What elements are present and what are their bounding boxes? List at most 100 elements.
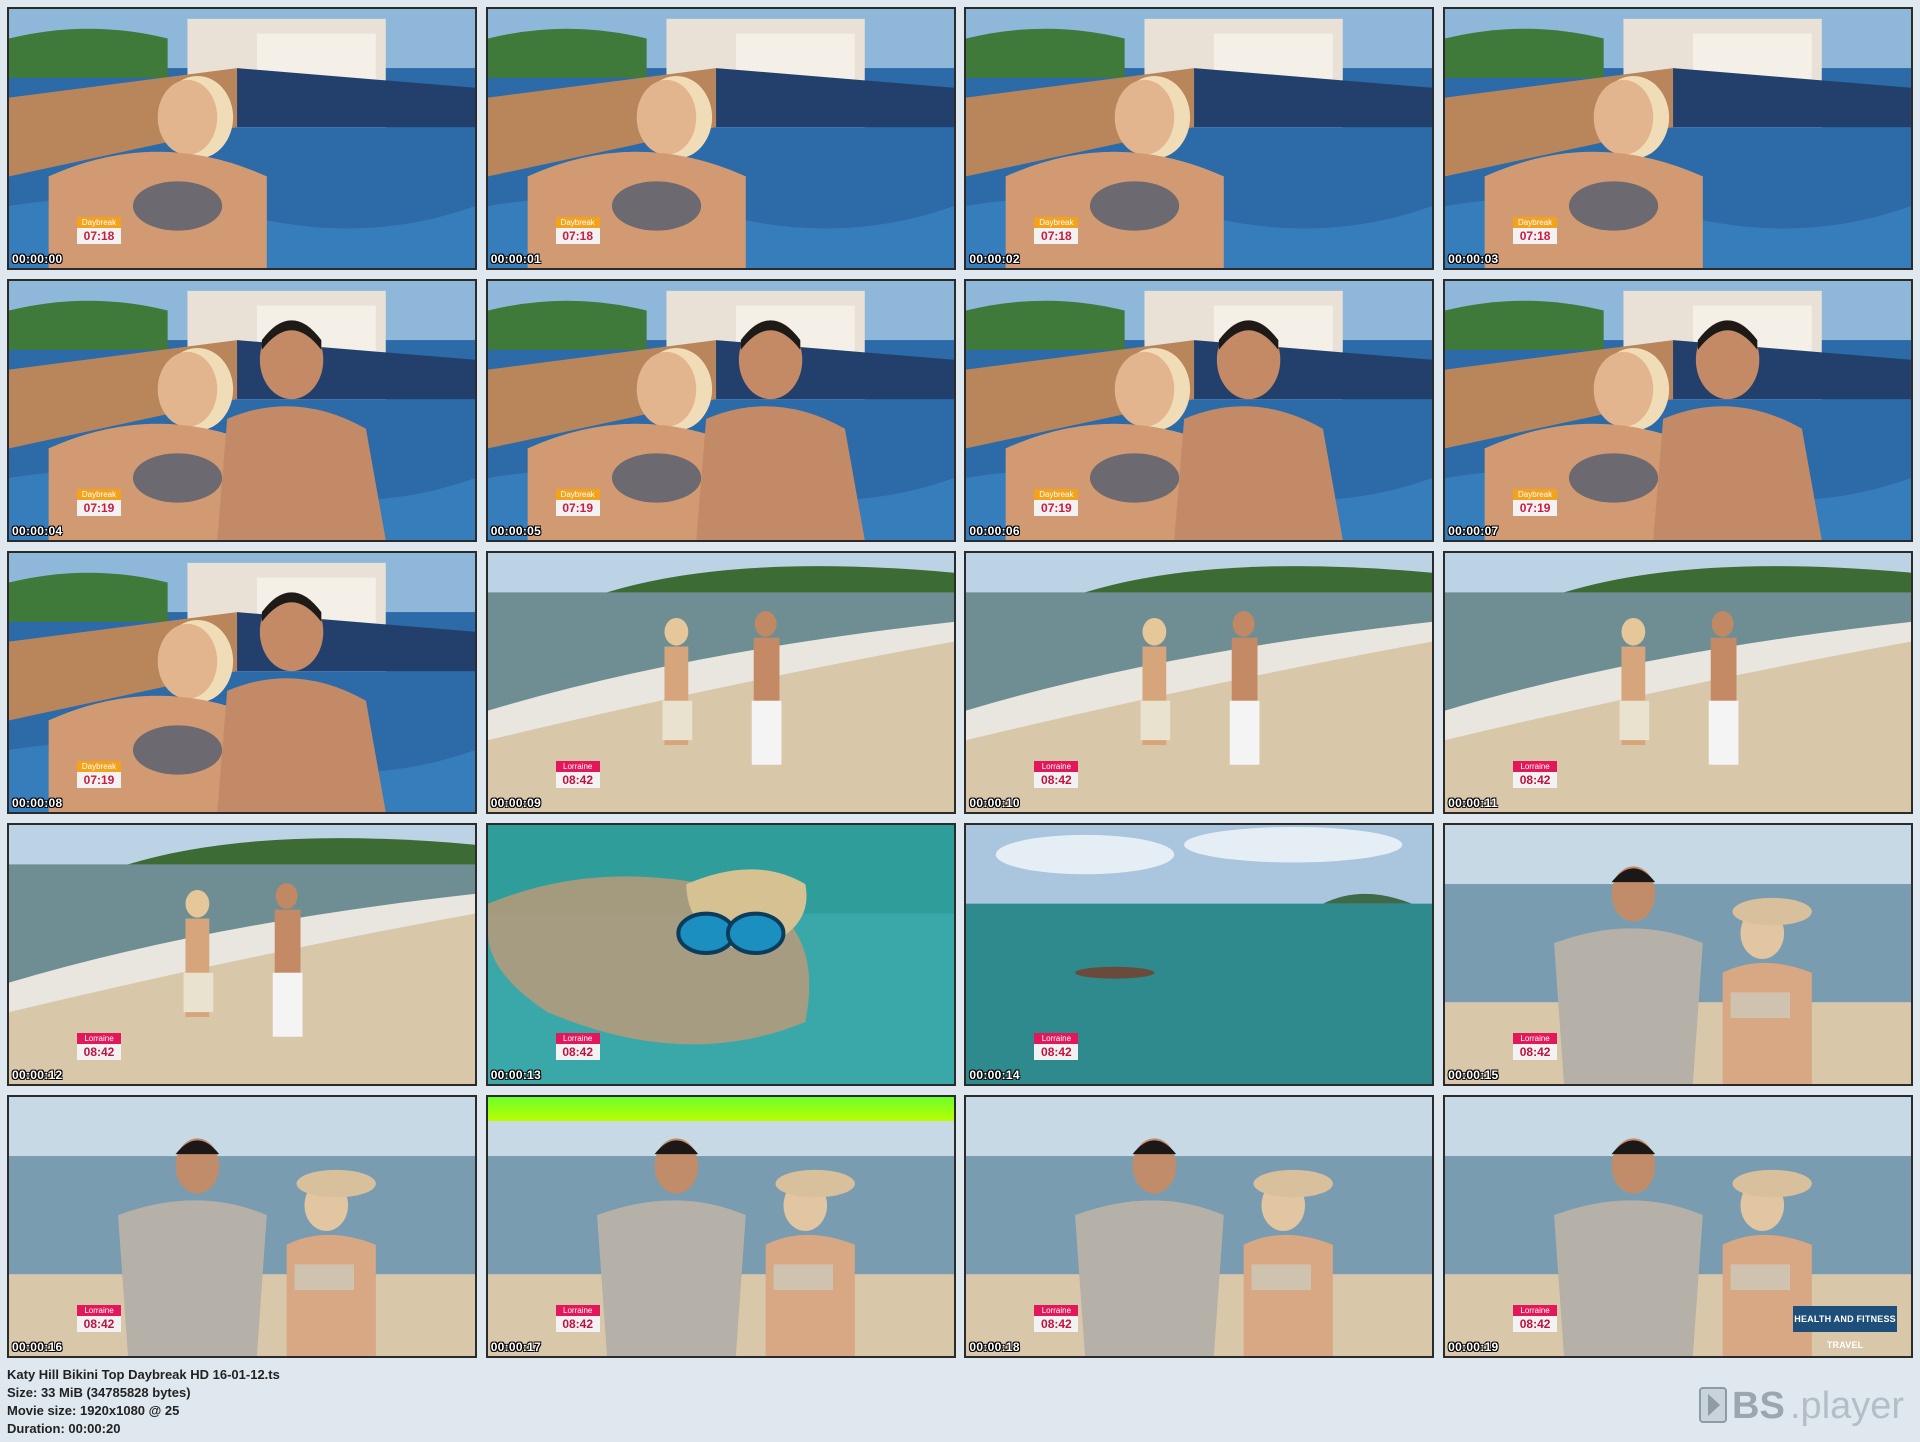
movie-size: Movie size: 1920x1080 @ 25: [7, 1403, 180, 1418]
channel-clock-bug: Daybreak 07:19: [1513, 489, 1558, 516]
bug-programme-name: Daybreak: [555, 217, 600, 228]
video-frame-thumbnail: Daybreak 07:18 00:00:02: [964, 7, 1435, 270]
video-frame-thumbnail: Lorraine 08:42 00:00:17: [485, 1095, 956, 1358]
bug-programme-name: Daybreak: [77, 217, 121, 228]
channel-clock-bug: Daybreak 07:18: [1034, 217, 1079, 244]
bug-clock-time: 08:42: [77, 1316, 121, 1332]
frame-timestamp: 00:00:00: [12, 252, 63, 266]
video-frame-thumbnail: Daybreak 07:19 00:00:07: [1443, 279, 1914, 542]
channel-clock-bug: Lorraine 08:42: [1513, 1033, 1558, 1060]
bug-programme-name: Lorraine: [1034, 1033, 1079, 1044]
bug-programme-name: Lorraine: [555, 1305, 600, 1316]
channel-clock-bug: Lorraine 08:42: [1034, 1305, 1079, 1332]
video-frame-thumbnail: Lorraine 08:42 00:00:18: [964, 1095, 1435, 1358]
frame-timestamp: 00:00:09: [490, 796, 542, 810]
bug-programme-name: Daybreak: [1034, 217, 1079, 228]
video-frame-thumbnail: Daybreak 07:19 00:00:06: [964, 279, 1435, 542]
file-info: Katy Hill Bikini Top Daybreak HD 16-01-1…: [7, 1366, 707, 1438]
video-frame-thumbnail: Lorraine 08:42 HEALTH AND FITNESS TRAVEL 00…: [1443, 1095, 1914, 1358]
channel-clock-bug: Daybreak 07:19: [555, 489, 600, 516]
frame-timestamp: 00:00:13: [490, 1068, 542, 1082]
bug-clock-time: 08:42: [555, 1316, 600, 1332]
frame-timestamp: 00:00:04: [12, 524, 63, 538]
frame-timestamp: 00:00:19: [1448, 1340, 1499, 1354]
video-frame-thumbnail: Lorraine 08:42 00:00:16: [7, 1095, 477, 1358]
channel-clock-bug: Lorraine 08:42: [1034, 761, 1079, 788]
video-frame-thumbnail: Daybreak 07:18 00:00:01: [485, 7, 956, 270]
file-name: Katy Hill Bikini Top Daybreak HD 16-01-1…: [7, 1367, 280, 1382]
channel-clock-bug: Daybreak 07:19: [77, 489, 121, 516]
channel-clock-bug: Daybreak 07:19: [1034, 489, 1079, 516]
channel-clock-bug: Daybreak 07:18: [1513, 217, 1558, 244]
video-frame-thumbnail: Lorraine 08:42 00:00:12: [7, 823, 477, 1086]
bug-clock-time: 07:18: [77, 228, 121, 244]
frame-timestamp: 00:00:01: [490, 252, 542, 266]
bug-programme-name: Lorraine: [555, 761, 600, 772]
video-frame-thumbnail: Daybreak 07:19 00:00:04: [7, 279, 477, 542]
bug-clock-time: 07:18: [1513, 228, 1558, 244]
video-frame-thumbnail: Daybreak 07:19 00:00:08: [7, 551, 477, 814]
frame-timestamp: 00:00:17: [490, 1340, 542, 1354]
thumbnail-grid: Daybreak 07:18 00:00:00 Daybreak 07:18 00:00:…: [7, 7, 1914, 1361]
bug-programme-name: Daybreak: [1034, 489, 1079, 500]
bug-clock-time: 08:42: [77, 1044, 121, 1060]
frame-timestamp: 00:00:11: [1448, 796, 1498, 810]
bug-programme-name: Lorraine: [1513, 1305, 1558, 1316]
bug-clock-time: 08:42: [555, 772, 600, 788]
channel-clock-bug: Daybreak 07:18: [77, 217, 121, 244]
frame-timestamp: 00:00:06: [969, 524, 1020, 538]
bug-programme-name: Lorraine: [77, 1033, 121, 1044]
bug-clock-time: 08:42: [1513, 1044, 1558, 1060]
frame-timestamp: 00:00:18: [969, 1340, 1020, 1354]
frame-timestamp: 00:00:16: [12, 1340, 63, 1354]
channel-clock-bug: Lorraine 08:42: [1034, 1033, 1079, 1060]
frame-timestamp: 00:00:15: [1448, 1068, 1499, 1082]
frame-timestamp: 00:00:10: [969, 796, 1020, 810]
bug-clock-time: 08:42: [1513, 772, 1558, 788]
bug-clock-time: 08:42: [1513, 1316, 1558, 1332]
video-frame-thumbnail: Lorraine 08:42 00:00:14: [964, 823, 1435, 1086]
video-frame-thumbnail: Lorraine 08:42 00:00:13: [485, 823, 956, 1086]
bug-clock-time: 08:42: [1034, 1044, 1079, 1060]
bug-programme-name: Lorraine: [1513, 1033, 1558, 1044]
video-frame-thumbnail: Daybreak 07:19 00:00:05: [485, 279, 956, 542]
bug-clock-time: 07:19: [77, 500, 121, 516]
frame-timestamp: 00:00:08: [12, 796, 63, 810]
video-frame-thumbnail: Daybreak 07:18 00:00:03: [1443, 7, 1914, 270]
bug-programme-name: Lorraine: [1513, 761, 1558, 772]
bug-programme-name: Lorraine: [1034, 1305, 1079, 1316]
health-fitness-travel-logo: HEALTH AND FITNESS TRAVEL: [1793, 1306, 1898, 1350]
bug-clock-time: 08:42: [555, 1044, 600, 1060]
channel-clock-bug: Lorraine 08:42: [77, 1305, 121, 1332]
bug-programme-name: Daybreak: [77, 489, 121, 500]
channel-clock-bug: Lorraine 08:42: [1513, 761, 1558, 788]
file-size: Size: 33 MiB (34785828 bytes): [7, 1385, 191, 1400]
bug-clock-time: 08:42: [1034, 772, 1079, 788]
frame-timestamp: 00:00:07: [1448, 524, 1499, 538]
video-frame-thumbnail: Lorraine 08:42 00:00:11: [1443, 551, 1914, 814]
channel-clock-bug: Lorraine 08:42: [555, 761, 600, 788]
bug-programme-name: Daybreak: [1513, 489, 1558, 500]
channel-clock-bug: Lorraine 08:42: [555, 1033, 600, 1060]
bug-programme-name: Daybreak: [555, 489, 600, 500]
frame-timestamp: 00:00:14: [969, 1068, 1020, 1082]
duration: Duration: 00:00:20: [7, 1421, 121, 1436]
frame-timestamp: 00:00:03: [1448, 252, 1499, 266]
bug-clock-time: 07:18: [555, 228, 600, 244]
svg-text:.player: .player: [1790, 1385, 1904, 1427]
channel-clock-bug: Lorraine 08:42: [1513, 1305, 1558, 1332]
bug-programme-name: Lorraine: [1034, 761, 1079, 772]
bug-clock-time: 07:18: [1034, 228, 1079, 244]
bug-programme-name: Lorraine: [555, 1033, 600, 1044]
channel-clock-bug: Lorraine 08:42: [77, 1033, 121, 1060]
frame-timestamp: 00:00:12: [12, 1068, 63, 1082]
bug-clock-time: 07:19: [1513, 500, 1558, 516]
thumbnail-sheet: Daybreak 07:18 00:00:00 Daybreak 07:18 00:00:…: [0, 0, 1920, 1442]
video-frame-thumbnail: Lorraine 08:42 00:00:09: [485, 551, 956, 814]
bug-clock-time: 07:19: [1034, 500, 1079, 516]
channel-clock-bug: Daybreak 07:19: [77, 761, 121, 788]
svg-text:BS: BS: [1732, 1385, 1785, 1427]
video-frame-thumbnail: Daybreak 07:18 00:00:00: [7, 7, 477, 270]
channel-clock-bug: Daybreak 07:18: [555, 217, 600, 244]
bug-programme-name: Daybreak: [1513, 217, 1558, 228]
